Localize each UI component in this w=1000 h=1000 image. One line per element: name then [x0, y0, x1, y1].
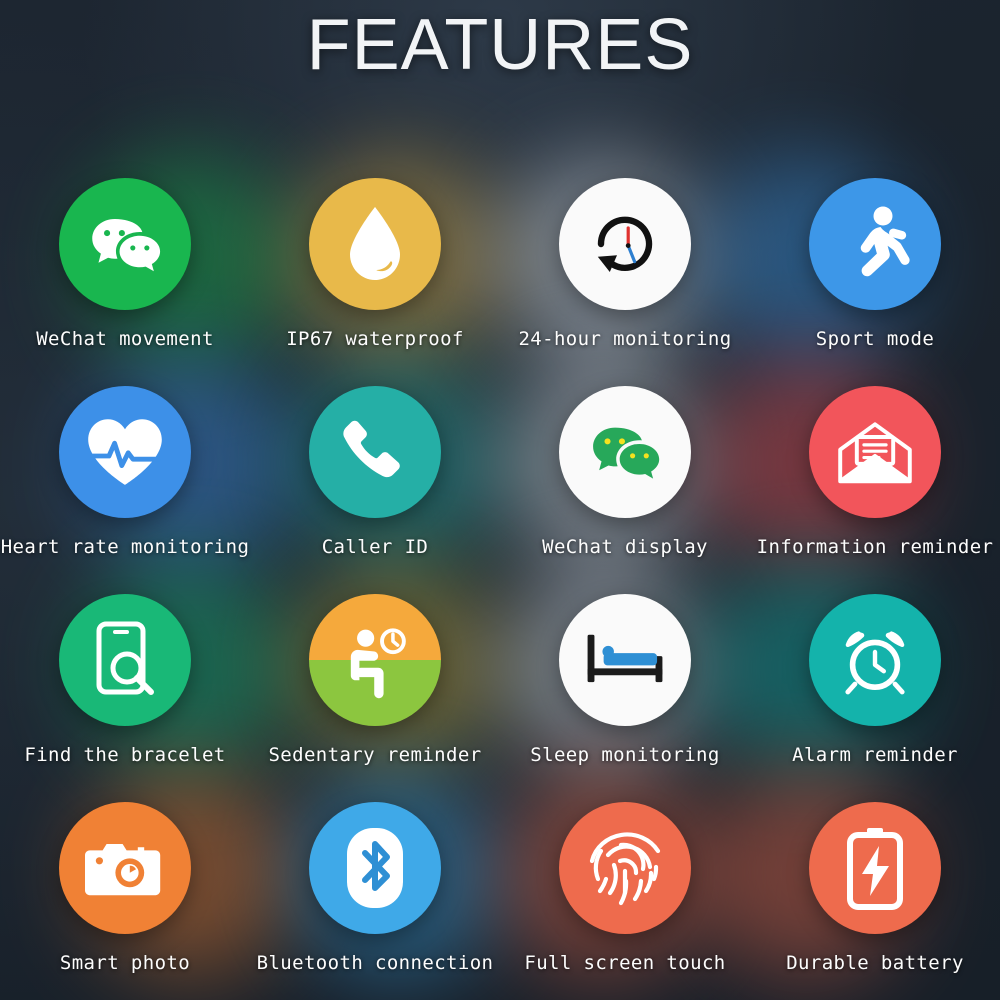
feature-label: Sport mode: [815, 328, 935, 350]
feature-item[interactable]: Alarm reminder: [750, 584, 1000, 792]
feature-label: IP67 waterproof: [286, 328, 464, 350]
feature-item[interactable]: Durable battery: [750, 792, 1000, 1000]
find-phone-icon[interactable]: [59, 594, 191, 726]
bed-sleep-icon[interactable]: [559, 594, 691, 726]
alarm-clock-icon[interactable]: [809, 594, 941, 726]
feature-label: Information reminder: [756, 536, 994, 558]
feature-label: Find the bracelet: [24, 744, 226, 766]
running-person-icon[interactable]: [809, 178, 941, 310]
fingerprint-icon[interactable]: [559, 802, 691, 934]
phone-handset-icon[interactable]: [309, 386, 441, 518]
feature-item[interactable]: Find the bracelet: [0, 584, 250, 792]
envelope-message-icon[interactable]: [809, 386, 941, 518]
camera-icon[interactable]: [59, 802, 191, 934]
feature-label: Alarm reminder: [792, 744, 958, 766]
feature-item[interactable]: Smart photo: [0, 792, 250, 1000]
feature-label: Caller ID: [321, 536, 429, 558]
battery-bolt-icon[interactable]: [809, 802, 941, 934]
feature-item[interactable]: Information reminder: [750, 376, 1000, 584]
clock-history-icon[interactable]: [559, 178, 691, 310]
feature-label: Bluetooth connection: [256, 952, 494, 974]
feature-item[interactable]: Bluetooth connection: [250, 792, 500, 1000]
feature-item[interactable]: Heart rate monitoring: [0, 376, 250, 584]
feature-item[interactable]: Sedentary reminder: [250, 584, 500, 792]
feature-label: Sedentary reminder: [268, 744, 482, 766]
feature-item[interactable]: Sport mode: [750, 168, 1000, 376]
sedentary-person-icon[interactable]: [309, 594, 441, 726]
feature-item[interactable]: 24-hour monitoring: [500, 168, 750, 376]
heart-pulse-icon[interactable]: [59, 386, 191, 518]
feature-item[interactable]: Sleep monitoring: [500, 584, 750, 792]
feature-item[interactable]: WeChat display: [500, 376, 750, 584]
feature-label: Full screen touch: [524, 952, 726, 974]
feature-label: WeChat movement: [36, 328, 214, 350]
feature-label: WeChat display: [542, 536, 708, 558]
feature-item[interactable]: Full screen touch: [500, 792, 750, 1000]
feature-label: Heart rate monitoring: [0, 536, 250, 558]
feature-item[interactable]: IP67 waterproof: [250, 168, 500, 376]
feature-label: Sleep monitoring: [530, 744, 720, 766]
feature-label: 24-hour monitoring: [518, 328, 732, 350]
feature-label: Smart photo: [59, 952, 191, 974]
bluetooth-icon[interactable]: [309, 802, 441, 934]
features-grid: WeChat movement IP67 waterproof 24-hour …: [0, 168, 1000, 1000]
page-title: FEATURES: [306, 5, 694, 85]
feature-item[interactable]: Caller ID: [250, 376, 500, 584]
wechat-bubbles-icon[interactable]: [559, 386, 691, 518]
wechat-icon[interactable]: [59, 178, 191, 310]
feature-label: Durable battery: [786, 952, 964, 974]
water-drop-icon[interactable]: [309, 178, 441, 310]
feature-item[interactable]: WeChat movement: [0, 168, 250, 376]
